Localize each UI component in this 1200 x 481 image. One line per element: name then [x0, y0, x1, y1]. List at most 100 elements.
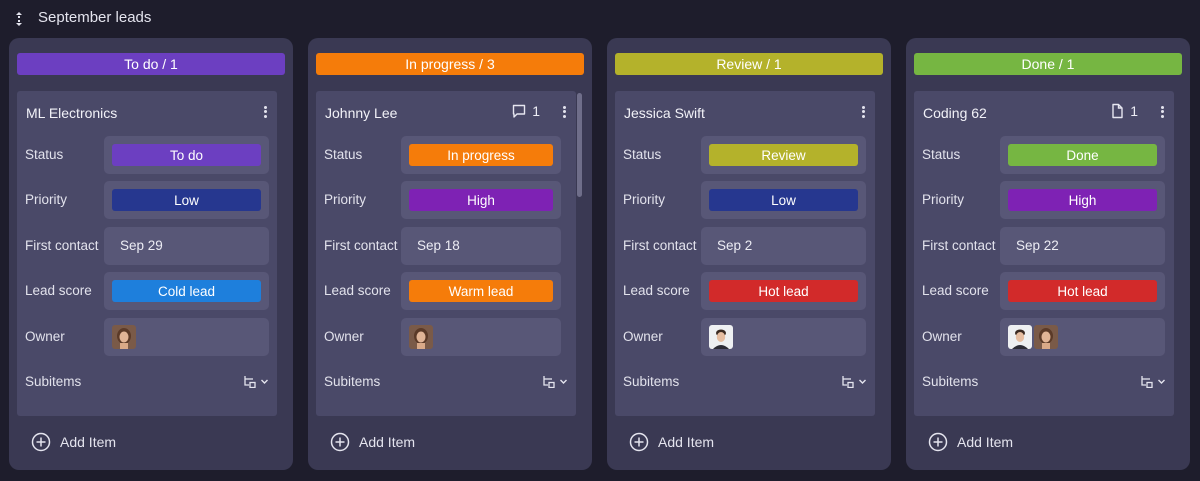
owner-cell[interactable]	[401, 318, 561, 356]
status-label: Status	[25, 147, 64, 162]
subitems-row: Subitems	[316, 363, 576, 401]
lead-score-cell[interactable]: Hot lead	[1000, 272, 1165, 310]
column-header[interactable]: In progress / 3	[316, 53, 584, 75]
card-counter[interactable]: 1	[511, 103, 540, 119]
lead-card[interactable]: ML Electronics Status To do Priority Low Firs…	[17, 91, 277, 416]
card-title[interactable]: Jessica Swift	[624, 105, 705, 121]
owner-label: Owner	[25, 329, 65, 344]
add-item-label: Add Item	[60, 434, 117, 450]
lead-score-label: Lead score	[25, 283, 92, 298]
owner-avatars[interactable]	[709, 325, 733, 349]
lead-score-cell[interactable]: Cold lead	[104, 272, 269, 310]
lead-score-badge[interactable]: Cold lead	[112, 280, 261, 302]
first-contact-date[interactable]: Sep 29	[120, 238, 163, 253]
owner-cell[interactable]	[701, 318, 866, 356]
more-options-icon[interactable]	[261, 104, 269, 120]
subitems-toggle[interactable]	[1140, 374, 1166, 388]
status-cell[interactable]: To do	[104, 136, 269, 174]
add-item-button[interactable]: Add Item	[330, 432, 415, 452]
status-badge[interactable]: Review	[709, 144, 858, 166]
first-contact-cell[interactable]: Sep 2	[701, 227, 866, 265]
lead-score-badge[interactable]: Hot lead	[709, 280, 858, 302]
subitems-toggle[interactable]	[243, 374, 269, 388]
priority-badge[interactable]: High	[409, 189, 553, 211]
card-title[interactable]: Johnny Lee	[325, 105, 397, 121]
drag-handle-icon[interactable]	[14, 11, 24, 27]
plus-circle-icon	[330, 432, 350, 452]
first-contact-label: First contact	[623, 238, 697, 253]
first-contact-cell[interactable]: Sep 22	[1000, 227, 1165, 265]
more-options-icon[interactable]	[859, 104, 867, 120]
more-options-icon[interactable]	[560, 104, 568, 120]
first-contact-cell[interactable]: Sep 29	[104, 227, 269, 265]
priority-row: Priority Low	[615, 181, 875, 219]
status-row: Status To do	[17, 136, 277, 174]
lead-score-label: Lead score	[324, 283, 391, 298]
add-item-button[interactable]: Add Item	[629, 432, 714, 452]
column-scrollbar[interactable]	[577, 93, 582, 197]
status-label: Status	[623, 147, 662, 162]
add-item-button[interactable]: Add Item	[928, 432, 1013, 452]
column-header[interactable]: Review / 1	[615, 53, 883, 75]
status-cell[interactable]: Done	[1000, 136, 1165, 174]
priority-cell[interactable]: Low	[701, 181, 866, 219]
lead-score-badge[interactable]: Hot lead	[1008, 280, 1157, 302]
status-badge[interactable]: In progress	[409, 144, 553, 166]
owner-row: Owner	[615, 318, 875, 356]
card-title[interactable]: Coding 62	[923, 105, 987, 121]
card-title[interactable]: ML Electronics	[26, 105, 117, 121]
first-contact-date[interactable]: Sep 2	[717, 238, 752, 253]
chevron-down-icon	[859, 379, 866, 384]
lead-card[interactable]: Jessica Swift Status Review Priority Low Firs…	[615, 91, 875, 416]
more-options-icon[interactable]	[1158, 104, 1166, 120]
first-contact-cell[interactable]: Sep 18	[401, 227, 561, 265]
chevron-down-icon	[1158, 379, 1165, 384]
lead-score-label: Lead score	[623, 283, 690, 298]
subitems-icon	[244, 376, 256, 388]
lead-score-badge[interactable]: Warm lead	[409, 280, 553, 302]
lead-card[interactable]: Johnny Lee 1 Status In progress Priority High…	[316, 91, 576, 416]
priority-badge[interactable]: High	[1008, 189, 1157, 211]
first-contact-date[interactable]: Sep 18	[417, 238, 460, 253]
column-header[interactable]: To do / 1	[17, 53, 285, 75]
owner-label: Owner	[922, 329, 962, 344]
status-cell[interactable]: Review	[701, 136, 866, 174]
board-column: Review / 1 Jessica Swift Status Review Prior…	[607, 38, 891, 470]
subitems-row: Subitems	[615, 363, 875, 401]
first-contact-row: First contact Sep 18	[316, 227, 576, 265]
plus-circle-icon	[629, 432, 649, 452]
subitems-icon	[842, 376, 854, 388]
board-title: September leads	[38, 9, 152, 26]
subitems-label: Subitems	[324, 374, 381, 389]
lead-score-cell[interactable]: Hot lead	[701, 272, 866, 310]
subitems-toggle[interactable]	[542, 374, 568, 388]
first-contact-date[interactable]: Sep 22	[1016, 238, 1059, 253]
add-item-button[interactable]: Add Item	[31, 432, 116, 452]
status-badge[interactable]: To do	[112, 144, 261, 166]
priority-badge[interactable]: Low	[709, 189, 858, 211]
board-header: September leads	[0, 0, 1200, 38]
priority-cell[interactable]: High	[401, 181, 561, 219]
priority-cell[interactable]: High	[1000, 181, 1165, 219]
status-badge[interactable]: Done	[1008, 144, 1157, 166]
card-counter[interactable]: 1	[1109, 103, 1138, 119]
add-item-label: Add Item	[359, 434, 416, 450]
priority-label: Priority	[922, 192, 965, 207]
owner-cell[interactable]	[1000, 318, 1165, 356]
priority-cell[interactable]: Low	[104, 181, 269, 219]
owner-avatars[interactable]	[112, 325, 136, 349]
lead-score-cell[interactable]: Warm lead	[401, 272, 561, 310]
add-item-label: Add Item	[658, 434, 715, 450]
owner-avatars[interactable]	[409, 325, 433, 349]
woman-avatar	[112, 325, 136, 349]
owner-cell[interactable]	[104, 318, 269, 356]
priority-badge[interactable]: Low	[112, 189, 261, 211]
lead-card[interactable]: Coding 62 1 Status Done Priority High First co…	[914, 91, 1174, 416]
counter-value: 1	[1130, 103, 1138, 119]
owner-avatars[interactable]	[1008, 325, 1058, 349]
status-cell[interactable]: In progress	[401, 136, 561, 174]
column-header[interactable]: Done / 1	[914, 53, 1182, 75]
owner-row: Owner	[17, 318, 277, 356]
subitems-toggle[interactable]	[841, 374, 867, 388]
owner-label: Owner	[623, 329, 663, 344]
